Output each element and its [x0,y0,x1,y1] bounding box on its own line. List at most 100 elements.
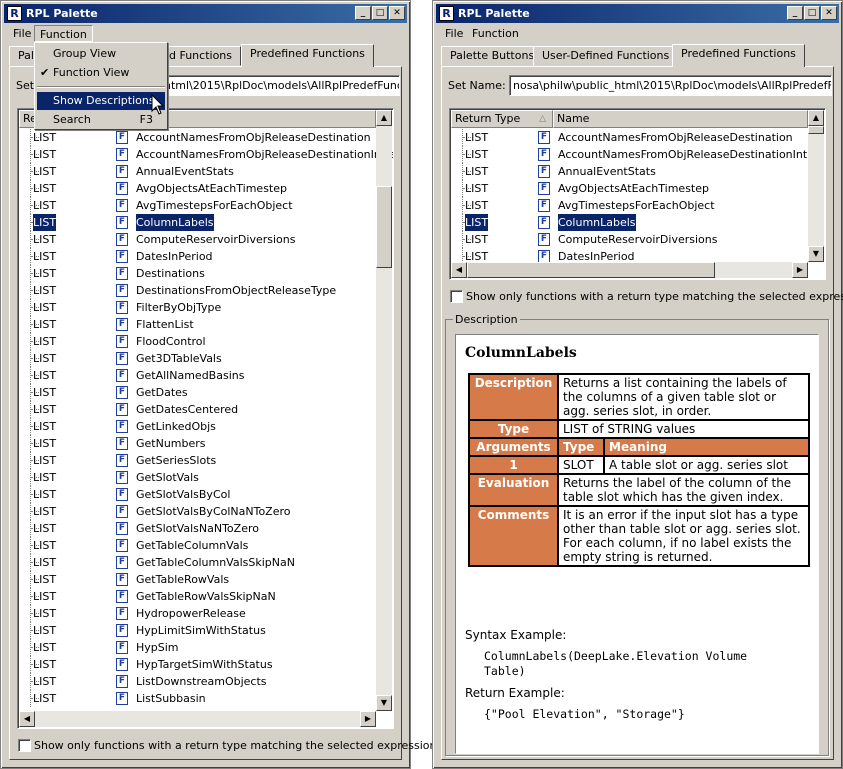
function-name-cell: GetTableColumnVals [136,539,249,552]
table-row[interactable]: LIST F HypLimitSimWithStatus [19,622,376,639]
tab-user-defined-functions[interactable]: User-Defined Functions [533,46,679,66]
hscroll-thumb[interactable] [467,262,715,278]
scroll-thumb[interactable] [376,186,392,268]
table-row[interactable]: LIST F ColumnLabels [19,214,376,231]
function-icon: F [116,250,128,263]
column-header-return-type[interactable]: Return Type △ [451,110,553,128]
table-row[interactable]: LIST F GetSlotVals [19,469,376,486]
filter-checkbox[interactable] [18,739,31,752]
table-row[interactable]: LIST F Get3DTableVals [19,350,376,367]
left-window: R RPL Palette _ □ ✕ File Function Pale e… [0,0,440,769]
menu-function[interactable]: Function [34,25,93,42]
horizontal-scrollbar[interactable]: ◀ ▶ [19,711,376,727]
menu-file[interactable]: File [440,25,468,42]
vertical-scrollbar[interactable]: ▲ ▼ [808,110,824,262]
title-bar[interactable]: R RPL Palette _ □ ✕ [4,4,407,23]
scroll-up-button[interactable]: ▲ [376,110,392,126]
table-row[interactable]: LIST F GetLinkedObjs [19,418,376,435]
syntax-example-label: Syntax Example: [465,628,567,642]
table-row[interactable]: LIST F GetSeriesSlots [19,452,376,469]
return-type-cell: LIST [33,454,57,467]
scroll-up-button[interactable]: ▲ [808,110,824,126]
vertical-scrollbar[interactable]: ▲ ▼ [376,110,392,711]
menu-file[interactable]: File [8,25,36,42]
table-row[interactable]: LIST F AccountNamesFromObjReleaseDestinati… [451,146,808,163]
scroll-left-button[interactable]: ◀ [451,262,467,278]
minimize-button[interactable]: _ [355,6,371,20]
table-row[interactable]: LIST F AccountNamesFromObjReleaseDestinati… [451,129,808,146]
table-row[interactable]: LIST F GetTableRowValsSkipNaN [19,588,376,605]
menu-item-show-descriptions[interactable]: Show Descriptions [37,92,165,110]
table-row[interactable]: LIST F AvgTimestepsForEachObject [451,197,808,214]
maximize-button[interactable]: □ [804,6,820,20]
table-row[interactable]: LIST F ComputeReservoirDiversions [451,231,808,248]
function-icon: F [116,505,128,518]
arg-type: SLOT [558,456,604,474]
close-button[interactable]: ✕ [389,6,405,20]
table-row[interactable]: LIST F DestinationsFromObjectReleaseType [19,282,376,299]
function-icon: F [116,658,128,671]
column-header-name-label: Name [557,112,590,125]
function-name-cell: AvgObjectsAtEachTimestep [558,182,709,195]
table-row[interactable]: LIST F AccountNamesFromObjReleaseDestinati… [19,146,393,163]
scroll-down-button[interactable]: ▼ [808,246,824,262]
table-row[interactable]: LIST F ComputeReservoirDiversions [19,231,376,248]
table-row[interactable]: LIST F GetNumbers [19,435,376,452]
table-row[interactable]: LIST F HypTargetSimWithStatus [19,656,376,673]
scroll-left-button[interactable]: ◀ [19,711,35,727]
set-name-field[interactable]: nosa\philw\public_html\2015\RplDoc\model… [509,75,832,96]
close-button[interactable]: ✕ [821,6,837,20]
menu-function[interactable]: Function [467,25,524,42]
table-row[interactable]: LIST F AvgObjectsAtEachTimestep [451,180,808,197]
function-icon: F [116,641,128,654]
table-row[interactable]: LIST F GetAllNamedBasins [19,367,376,384]
table-row[interactable]: LIST F GetSlotValsByColNaNToZero [19,503,376,520]
menu-bar: File Function [436,24,839,43]
table-row[interactable]: LIST F FlattenList [19,316,376,333]
scroll-down-button[interactable]: ▼ [376,695,392,711]
column-header-name[interactable]: Name [553,110,808,128]
table-row[interactable]: LIST F ListSubbasin [19,690,376,707]
table-row[interactable]: LIST F GetSlotValsNaNToZero [19,520,376,537]
function-list[interactable]: Re LIST F AccountNamesFromObjReleaseDestin… [17,108,394,729]
table-row[interactable]: LIST F HydropowerRelease [19,605,376,622]
set-name-field[interactable]: html\2015\RplDoc\models\AllRplPredefFunc… [160,75,400,96]
scroll-right-button[interactable]: ▶ [360,711,376,727]
table-row[interactable]: LIST F AvgObjectsAtEachTimestep [19,180,376,197]
table-row[interactable]: LIST F DatesInPeriod [19,248,376,265]
tab-predefined-functions[interactable]: Predefined Functions [672,44,805,67]
set-name-value: nosa\philw\public_html\2015\RplDoc\model… [513,79,832,92]
horizontal-scrollbar[interactable]: ◀ ▶ [451,262,808,278]
tab-palette-buttons[interactable]: Palette Buttons [441,46,544,66]
table-row[interactable]: LIST F GetTableRowVals [19,571,376,588]
filter-checkbox[interactable] [450,290,463,303]
table-row[interactable]: LIST F HypSim [19,639,376,656]
table-row[interactable]: LIST F AnnualEventStats [451,163,808,180]
title-bar[interactable]: R RPL Palette _ □ ✕ [436,4,839,23]
minimize-button[interactable]: _ [787,6,803,20]
function-list[interactable]: Return Type △ Name LIST F AccountNamesFrom… [449,108,826,280]
table-row[interactable]: LIST F GetTableColumnValsSkipNaN [19,554,376,571]
table-row[interactable]: LIST F ColumnLabels [451,214,808,231]
menu-item-search[interactable]: Search F3 [37,111,165,129]
table-row[interactable]: LIST F AccountNamesFromObjReleaseDestinati… [19,129,376,146]
maximize-button[interactable]: □ [372,6,388,20]
table-row[interactable]: LIST F FilterByObjType [19,299,376,316]
tab-predefined-functions[interactable]: Predefined Functions [241,44,374,67]
table-row[interactable]: LIST F AvgTimestepsForEachObject [19,197,376,214]
table-row[interactable]: LIST F GetSlotValsByCol [19,486,376,503]
scroll-thumb[interactable] [808,126,824,134]
table-row[interactable]: LIST F GetTableColumnVals [19,537,376,554]
menu-item-group-view[interactable]: Group View [37,45,165,63]
table-row[interactable]: LIST F FloodControl [19,333,376,350]
function-icon: F [116,182,128,195]
table-row[interactable]: LIST F GetDates [19,384,376,401]
table-row[interactable]: LIST F Destinations [19,265,376,282]
table-row[interactable]: LIST F GetDatesCentered [19,401,376,418]
arguments-header-row: Arguments Type Meaning [469,438,809,456]
menu-item-function-view[interactable]: ✔ Function View [37,64,165,82]
arg-type-header: Type [558,438,604,456]
table-row[interactable]: LIST F AnnualEventStats [19,163,376,180]
scroll-right-button[interactable]: ▶ [792,262,808,278]
table-row[interactable]: LIST F ListDownstreamObjects [19,673,376,690]
